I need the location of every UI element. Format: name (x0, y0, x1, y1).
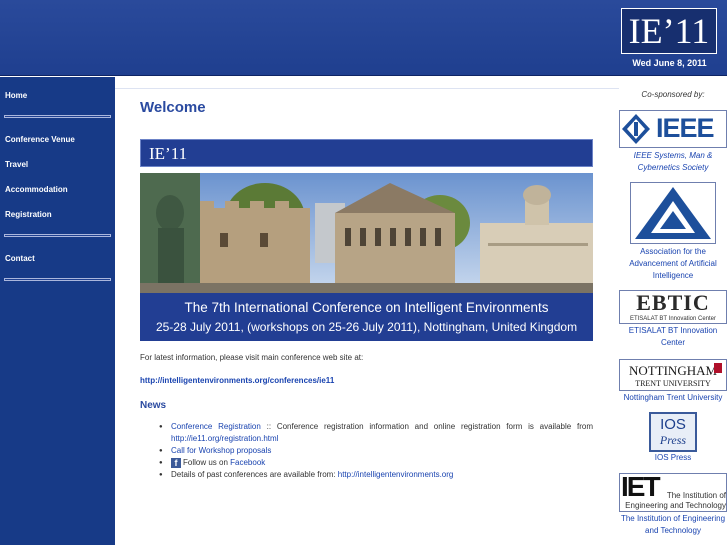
aaai-triangle-icon (635, 187, 711, 239)
workshop-proposals-link[interactable]: Call for Workshop proposals (171, 446, 271, 455)
iet-logo-subtitle: The Institution of Engineering and Techn… (625, 491, 726, 510)
banner-photo-illustration (140, 173, 593, 293)
content-top-strip (115, 77, 619, 89)
iet-caption[interactable]: The Institution of Engineering and Techn… (619, 513, 727, 537)
ntu-crest-icon (714, 363, 722, 373)
site-logo[interactable]: IE’11 (621, 8, 717, 54)
ieee-logo-text: IEEE (656, 113, 715, 143)
aaai-caption[interactable]: Association for the Advancement of Artif… (619, 246, 727, 282)
latest-info-text: For latest information, please visit mai… (140, 353, 364, 362)
ntu-logo-text: NOTTINGHAM (628, 363, 718, 378)
nav-accommodation[interactable]: Accommodation (5, 185, 68, 194)
main-content: Welcome IE’11 The 7th International Conf… (115, 89, 619, 545)
nav-separator (4, 234, 111, 237)
registration-text: :: Conference registration information a… (260, 422, 593, 431)
nav-registration[interactable]: Registration (5, 210, 52, 219)
list-item: Details of past conferences are availabl… (159, 469, 593, 481)
list-item: Call for Workshop proposals (159, 445, 593, 457)
nav-separator (4, 278, 111, 281)
nav-conference-venue[interactable]: Conference Venue (5, 135, 75, 144)
banner-caption: The 7th International Conference on Inte… (140, 293, 593, 341)
list-item: fFollow us on Facebook (159, 457, 593, 469)
sidebar-top-strip (619, 77, 727, 89)
nav-separator (4, 115, 111, 118)
page: IE’11 Wed June 8, 2011 Home Conference V… (0, 0, 727, 545)
banner-caption-line2: 25-28 July 2011, (workshops on 25-26 Jul… (155, 320, 578, 334)
news-list: Conference Registration :: Conference re… (159, 421, 593, 481)
nav-travel[interactable]: Travel (5, 160, 28, 169)
page-title: Welcome (140, 99, 206, 116)
conference-registration-link[interactable]: Conference Registration (171, 422, 261, 431)
ebtic-logo[interactable]: EBTIC ETISALAT BT Innovation Center (619, 290, 727, 324)
facebook-link[interactable]: Facebook (230, 458, 265, 467)
iet-logo[interactable]: IET The Institution of Engineering and T… (619, 473, 727, 512)
registration-url-link[interactable]: http://ie11.org/registration.html (171, 434, 278, 443)
ios-logo-subtitle: Press (659, 433, 687, 447)
banner-caption-line1: The 7th International Conference on Inte… (184, 300, 549, 315)
banner-title-bar: IE’11 (140, 139, 593, 167)
left-nav: Home Conference Venue Travel Accommodati… (0, 77, 115, 545)
site-header: IE’11 Wed June 8, 2011 (0, 0, 727, 76)
ebtic-logo-subtitle: ETISALAT BT Innovation Center (629, 316, 717, 322)
nav-contact[interactable]: Contact (5, 254, 35, 263)
nav-home[interactable]: Home (5, 91, 27, 100)
banner-photo (140, 173, 593, 293)
ieee-caption[interactable]: IEEE Systems, Man & Cybernetics Society (619, 150, 727, 174)
ntu-logo[interactable]: NOTTINGHAM TRENT UNIVERSITY (619, 359, 727, 391)
past-conferences-link[interactable]: http://intelligentenvironments.org (338, 470, 454, 479)
news-heading: News (140, 400, 167, 411)
header-date: Wed June 8, 2011 (632, 58, 707, 68)
ios-caption[interactable]: IOS Press (619, 452, 727, 464)
ios-logo-text: IOS (660, 416, 686, 433)
list-item: Conference Registration :: Conference re… (159, 421, 593, 445)
ios-press-logo[interactable]: IOS Press (649, 412, 697, 452)
ieee-logo[interactable]: IEEE (619, 110, 727, 148)
aaai-logo[interactable] (630, 182, 716, 244)
ntu-caption[interactable]: Nottingham Trent University (619, 392, 727, 404)
facebook-icon[interactable]: f (171, 458, 181, 468)
ebtic-caption[interactable]: ETISALAT BT Innovation Center (619, 325, 727, 349)
conference-site-link[interactable]: http://intelligentenvironments.org/confe… (140, 376, 334, 385)
cosponsored-title: Co-sponsored by: (641, 90, 705, 99)
ebtic-logo-text: EBTIC (636, 290, 710, 315)
past-conferences-text: Details of past conferences are availabl… (171, 470, 338, 479)
ntu-logo-subtitle: TRENT UNIVERSITY (635, 379, 711, 388)
follow-text: Follow us on (183, 458, 231, 467)
